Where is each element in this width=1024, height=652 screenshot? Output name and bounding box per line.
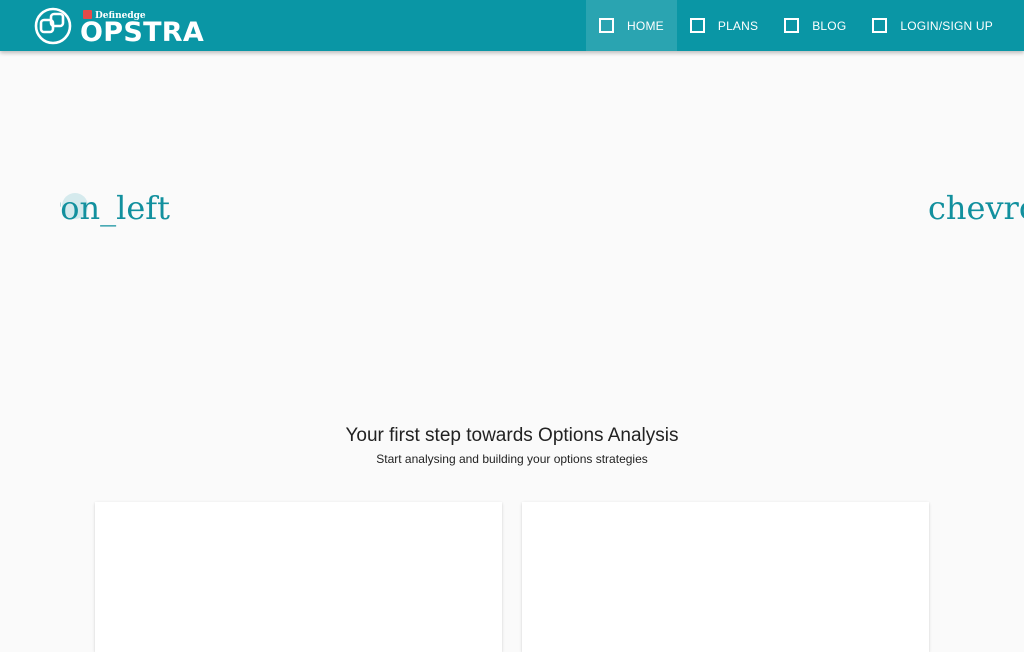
carousel-prev-button[interactable]: chevron_left (60, 190, 180, 230)
checkbox-icon (599, 18, 615, 33)
hero-subtitle: Start analysing and building your option… (376, 452, 648, 466)
nav-item-label: LOGIN/SIGN UP (900, 18, 993, 33)
brand-name: OPSTRA (80, 17, 205, 48)
carousel-next-button[interactable]: chevron_right (928, 190, 1024, 230)
nav-item-label: HOME (627, 18, 664, 33)
feature-card (95, 502, 502, 652)
checkbox-icon (872, 18, 888, 33)
main-nav: HOME PLANS BLOG LOGIN/SIGN UP (586, 0, 1006, 51)
feature-card (522, 502, 929, 652)
nav-item-plans[interactable]: PLANS (677, 0, 771, 51)
nav-item-label: PLANS (717, 18, 759, 33)
nav-item-login-signup[interactable]: LOGIN/SIGN UP (859, 0, 1006, 51)
chevron-left-icon: chevron_left (60, 190, 170, 227)
nav-item-label: BLOG (812, 18, 847, 33)
chevron-right-icon: chevron_right (928, 190, 1024, 227)
hero-carousel: chevron_left chevron_right (0, 51, 1024, 381)
hero-title: Your first step towards Options Analysis (345, 425, 679, 446)
top-app-bar: Definedge OPSTRA HOME PLANS BLOG LOGIN/S… (0, 0, 1024, 51)
opstra-logo-icon (34, 7, 72, 45)
checkbox-icon (784, 18, 800, 33)
nav-item-blog[interactable]: BLOG (771, 0, 859, 51)
nav-item-home[interactable]: HOME (586, 0, 677, 51)
checkbox-icon (689, 18, 705, 33)
